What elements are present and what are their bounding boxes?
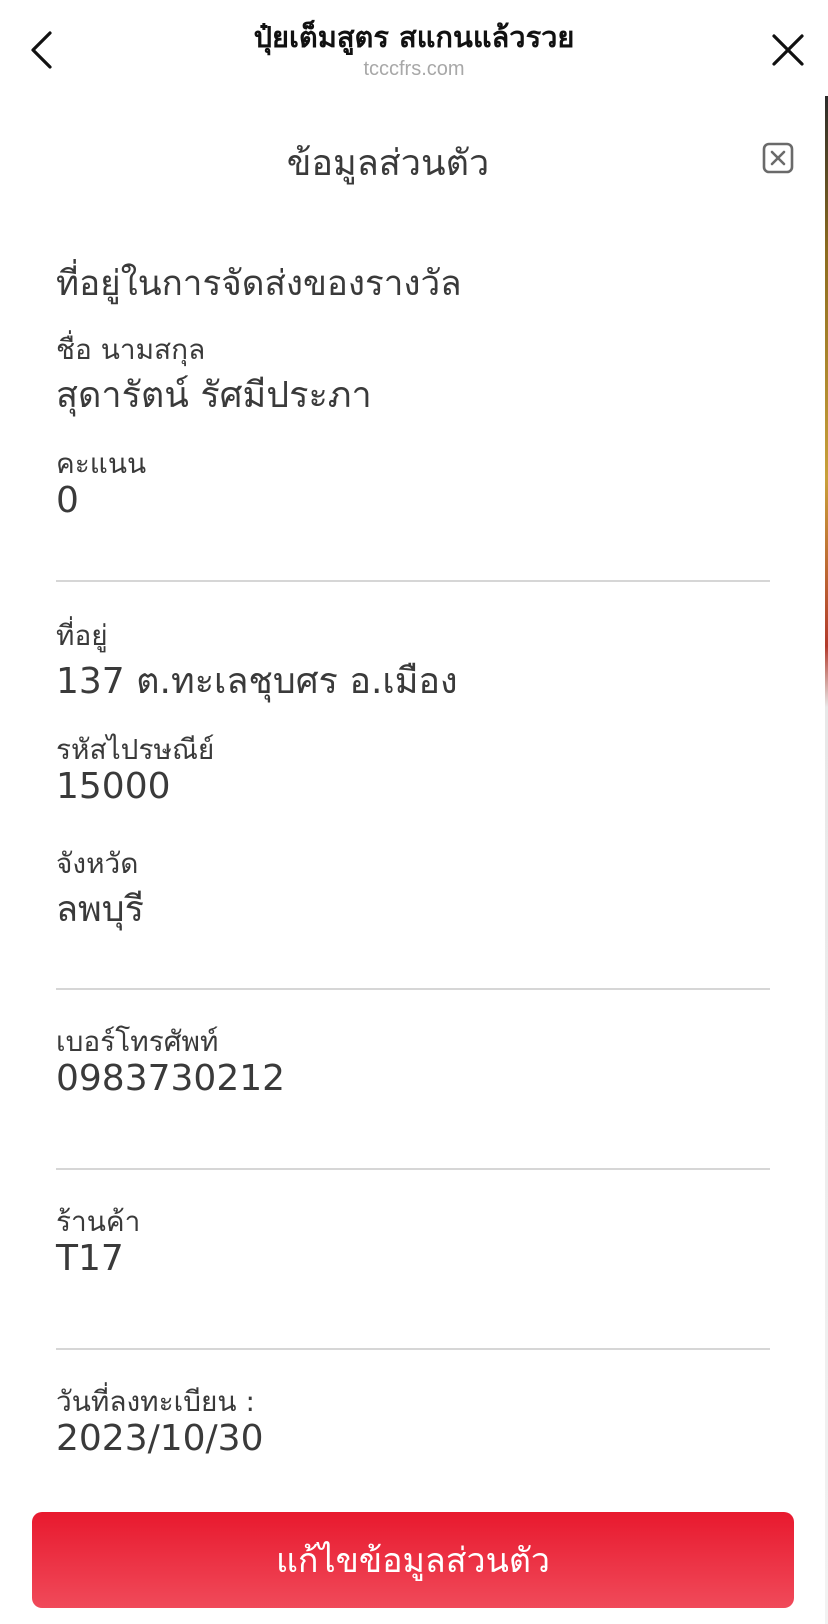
close-box-icon	[762, 142, 794, 174]
profile-panel: ข้อมูลส่วนตัว ที่อยู่ในการจัดส่งของรางวั…	[0, 96, 825, 1624]
regdate-value: 2023/10/30	[56, 1418, 264, 1459]
panel-title: ข้อมูลส่วนตัว	[286, 143, 490, 184]
section-heading: ที่อยู่ในการจัดส่งของรางวัล	[56, 264, 462, 304]
close-x-icon	[772, 34, 804, 66]
divider	[56, 580, 770, 582]
back-button[interactable]	[22, 28, 62, 72]
close-browser-button[interactable]	[766, 28, 810, 72]
page-url: tcccfrs.com	[363, 58, 465, 80]
page: ปุ๋ยเต็มสูตร สแกนแล้วรวย tcccfrs.com ข้อ…	[0, 0, 828, 1624]
phone-value: 0983730212	[56, 1058, 286, 1099]
panel-close-button[interactable]	[762, 142, 794, 174]
edit-profile-button[interactable]: แก้ไขข้อมูลส่วนตัว	[32, 1512, 794, 1608]
address-value: 137 ต.ทะเลชุบศร อ.เมือง	[56, 661, 458, 702]
divider	[56, 1348, 770, 1350]
chevron-left-icon	[31, 31, 52, 69]
page-title: ปุ๋ยเต็มสูตร สแกนแล้วรวย	[253, 20, 575, 54]
points-value: 0	[56, 480, 79, 521]
divider	[56, 988, 770, 990]
province-value: ลพบุรี	[56, 889, 144, 930]
name-value: สุดารัตน์ รัศมีประภา	[56, 375, 372, 416]
store-value: T17	[56, 1238, 124, 1279]
postcode-value: 15000	[56, 766, 171, 807]
divider	[56, 1168, 770, 1170]
browser-header: ปุ๋ยเต็มสูตร สแกนแล้วรวย tcccfrs.com	[0, 0, 828, 96]
